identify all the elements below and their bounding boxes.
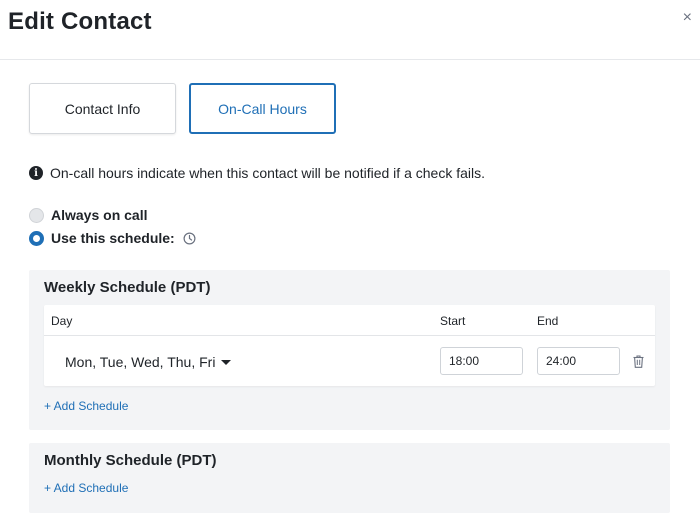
radio-always-on-call[interactable]: Always on call (29, 207, 147, 223)
radio-label-schedule: Use this schedule: (51, 230, 175, 246)
radio-label-always: Always on call (51, 207, 148, 223)
end-time-input[interactable]: 24:00 (537, 347, 620, 375)
tab-on-call-hours[interactable]: On-Call Hours (189, 83, 336, 134)
clock-icon[interactable] (183, 232, 196, 245)
dialog-title: Edit Contact (8, 8, 152, 35)
info-message: i On-call hours indicate when this conta… (29, 165, 485, 181)
weekly-schedule-panel: Weekly Schedule (PDT) Day Start End Mon,… (29, 270, 670, 430)
trash-icon[interactable] (633, 355, 644, 368)
info-text: On-call hours indicate when this contact… (50, 165, 485, 181)
weekly-schedule-title: Weekly Schedule (PDT) (44, 279, 211, 296)
table-divider (44, 335, 655, 336)
column-header-day: Day (51, 314, 73, 328)
dialog-header: Edit Contact × (0, 0, 700, 60)
start-time-input[interactable]: 18:00 (440, 347, 523, 375)
radio-button-selected[interactable] (29, 230, 44, 246)
caret-down-icon (221, 359, 232, 365)
close-icon[interactable]: × (683, 10, 692, 26)
weekly-schedule-table: Day Start End Mon, Tue, Wed, Thu, Fri 18… (44, 305, 655, 386)
day-dropdown-value: Mon, Tue, Wed, Thu, Fri (65, 354, 216, 370)
column-header-end: End (537, 314, 559, 328)
add-monthly-schedule-link[interactable]: + Add Schedule (44, 481, 128, 495)
radio-use-schedule[interactable]: Use this schedule: (29, 230, 196, 246)
monthly-schedule-panel: Monthly Schedule (PDT) + Add Schedule (29, 443, 670, 513)
add-weekly-schedule-link[interactable]: + Add Schedule (44, 399, 128, 413)
day-dropdown[interactable]: Mon, Tue, Wed, Thu, Fri (65, 354, 232, 370)
radio-button-unselected[interactable] (29, 207, 44, 223)
column-header-start: Start (440, 314, 466, 328)
monthly-schedule-title: Monthly Schedule (PDT) (44, 452, 217, 469)
tab-contact-info[interactable]: Contact Info (29, 83, 176, 134)
info-icon: i (29, 166, 43, 180)
